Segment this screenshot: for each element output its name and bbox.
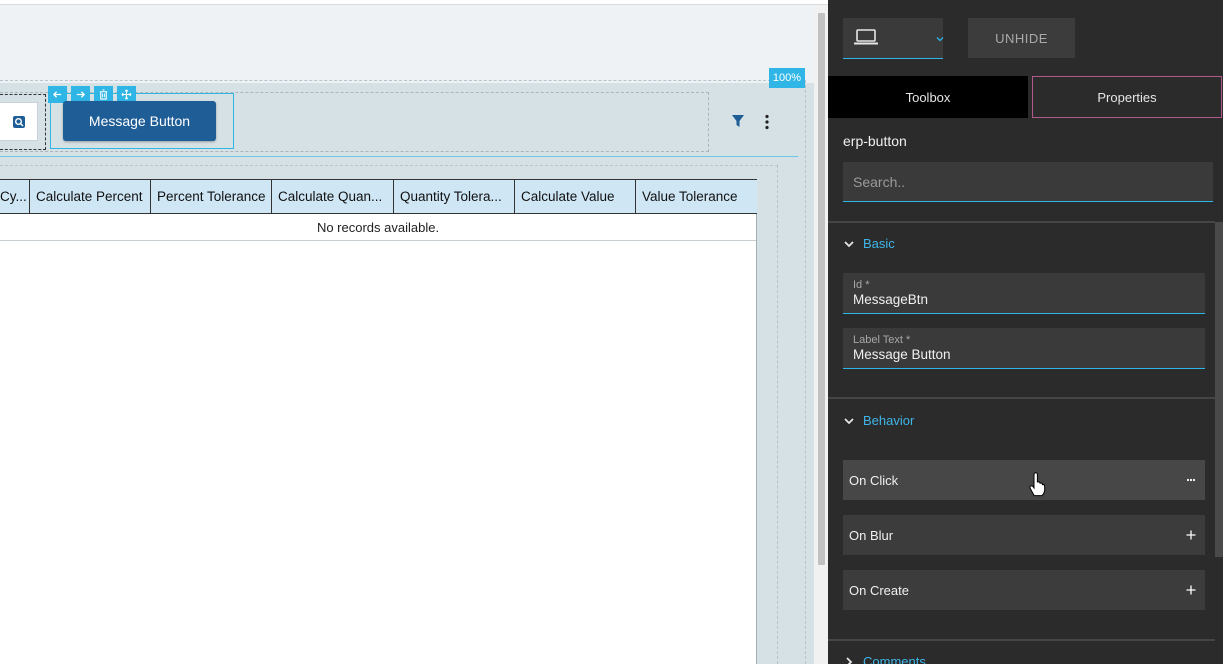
- chevron-down-icon: [936, 37, 944, 42]
- grid-header: Cy... Calculate Percent Percent Toleranc…: [0, 179, 757, 214]
- kebab-menu-icon[interactable]: [760, 113, 774, 131]
- event-label: On Click: [849, 472, 899, 488]
- section-behavior-header[interactable]: Behavior: [843, 413, 914, 428]
- section-behavior-title: Behavior: [863, 413, 915, 428]
- event-on-blur[interactable]: On Blur: [843, 515, 1205, 555]
- plus-icon[interactable]: [1185, 529, 1197, 541]
- search-button[interactable]: [0, 102, 38, 141]
- message-button[interactable]: Message Button: [63, 101, 216, 141]
- event-on-click[interactable]: On Click: [843, 460, 1205, 500]
- id-field-value[interactable]: MessageBtn: [853, 292, 1195, 307]
- design-canvas: 100% Message Button Cy... Calculate Perc…: [0, 0, 828, 664]
- unhide-button[interactable]: UNHIDE: [968, 18, 1075, 58]
- data-grid: Cy... Calculate Percent Percent Toleranc…: [0, 179, 757, 664]
- canvas-header-area: [0, 5, 814, 83]
- section-basic-title: Basic: [863, 236, 895, 251]
- panel-tabs: Toolbox Properties: [828, 76, 1223, 118]
- component-name: erp-button: [843, 133, 907, 149]
- chevron-down-icon: [844, 240, 854, 247]
- section-basic-header[interactable]: Basic: [843, 236, 895, 251]
- grid-column-header[interactable]: Calculate Quan...: [272, 180, 394, 213]
- chevron-right-icon: [846, 656, 853, 664]
- id-field[interactable]: Id * MessageBtn: [843, 273, 1205, 314]
- section-divider: [828, 221, 1215, 223]
- grid-column-header[interactable]: Quantity Tolera...: [394, 180, 515, 213]
- properties-panel: UNHIDE Toolbox Properties erp-button Bas…: [828, 0, 1223, 664]
- arrow-right-icon: [76, 91, 86, 98]
- section-divider: [828, 639, 1215, 641]
- event-label: On Blur: [849, 527, 894, 543]
- label-text-field-label: Label Text *: [853, 334, 911, 346]
- grid-column-header[interactable]: Percent Tolerance: [151, 180, 272, 213]
- event-label: On Create: [849, 582, 909, 598]
- label-text-field-value[interactable]: Message Button: [853, 347, 1195, 362]
- grid-empty-message: No records available.: [0, 215, 756, 241]
- properties-search-input[interactable]: [843, 162, 1213, 202]
- chevron-down-icon: [844, 417, 854, 424]
- tab-properties[interactable]: Properties: [1032, 76, 1222, 118]
- id-field-label: Id *: [853, 279, 870, 291]
- selection-guide-line: [0, 156, 798, 157]
- grid-column-header[interactable]: Cy...: [0, 180, 30, 213]
- tab-toolbox[interactable]: Toolbox: [828, 76, 1028, 118]
- app-root: 100% Message Button Cy... Calculate Perc…: [0, 0, 1223, 664]
- label-text-field[interactable]: Label Text * Message Button: [843, 328, 1205, 369]
- canvas-scrollbar[interactable]: [814, 5, 828, 664]
- section-comments-header[interactable]: Comments: [843, 654, 926, 664]
- trash-icon: [99, 89, 108, 100]
- laptop-icon: [854, 29, 878, 45]
- device-preview-select[interactable]: [843, 18, 944, 59]
- event-on-create[interactable]: On Create: [843, 570, 1205, 610]
- arrow-left-icon: [52, 91, 62, 98]
- panel-scrollbar[interactable]: [1215, 222, 1223, 557]
- filter-icon[interactable]: [731, 113, 745, 129]
- grid-column-header[interactable]: Value Tolerance: [636, 180, 757, 213]
- canvas-scrollbar-thumb[interactable]: [818, 13, 825, 565]
- grid-column-header[interactable]: Calculate Percent: [30, 180, 151, 213]
- search-icon: [12, 115, 25, 128]
- section-comments-title: Comments: [863, 654, 926, 664]
- grid-column-header[interactable]: Calculate Value: [515, 180, 636, 213]
- section-divider: [828, 397, 1215, 399]
- move-icon: [121, 89, 132, 100]
- more-icon[interactable]: [1185, 474, 1197, 486]
- zoom-badge[interactable]: 100%: [769, 68, 805, 88]
- plus-icon[interactable]: [1185, 584, 1197, 596]
